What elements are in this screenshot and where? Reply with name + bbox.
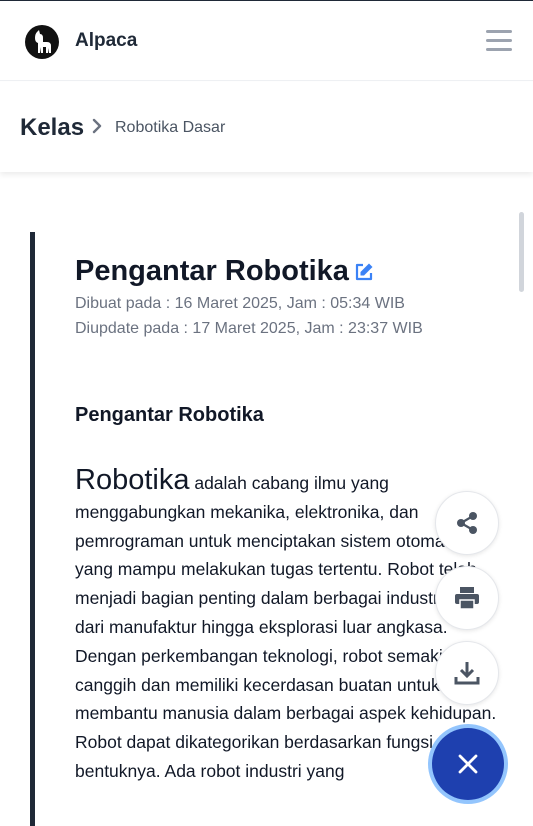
content-accent-bar (30, 232, 35, 826)
breadcrumb-current: Robotika Dasar (115, 119, 226, 136)
updated-date: Diupdate pada : 17 Maret 2025, Jam : 23:… (75, 320, 423, 337)
alpaca-logo-icon[interactable] (25, 25, 59, 59)
download-icon (454, 662, 480, 685)
navbar: Alpaca (0, 1, 533, 81)
edit-icon[interactable] (354, 262, 374, 282)
page-title: Pengantar Robotika (75, 255, 349, 287)
breadcrumb-root-link[interactable]: Kelas (20, 114, 84, 142)
lead-word: Robotika (75, 464, 190, 496)
share-icon (457, 512, 477, 534)
app-name[interactable]: Alpaca (75, 30, 137, 52)
chevron-right-icon (92, 118, 102, 134)
print-button[interactable] (435, 566, 499, 630)
print-icon (455, 587, 479, 610)
created-date: Dibuat pada : 16 Maret 2025, Jam : 05:34… (75, 295, 405, 312)
close-fab-button[interactable] (432, 728, 504, 800)
download-button[interactable] (435, 641, 499, 705)
close-icon (458, 754, 478, 774)
section-heading: Pengantar Robotika (75, 404, 264, 426)
breadcrumb: Kelas Robotika Dasar (0, 82, 533, 172)
share-button[interactable] (435, 491, 499, 555)
paragraph-text: adalah cabang ilmu yang menggabungkan me… (75, 473, 497, 724)
hamburger-menu-icon[interactable] (486, 30, 512, 52)
scrollbar-thumb[interactable] (519, 212, 524, 292)
